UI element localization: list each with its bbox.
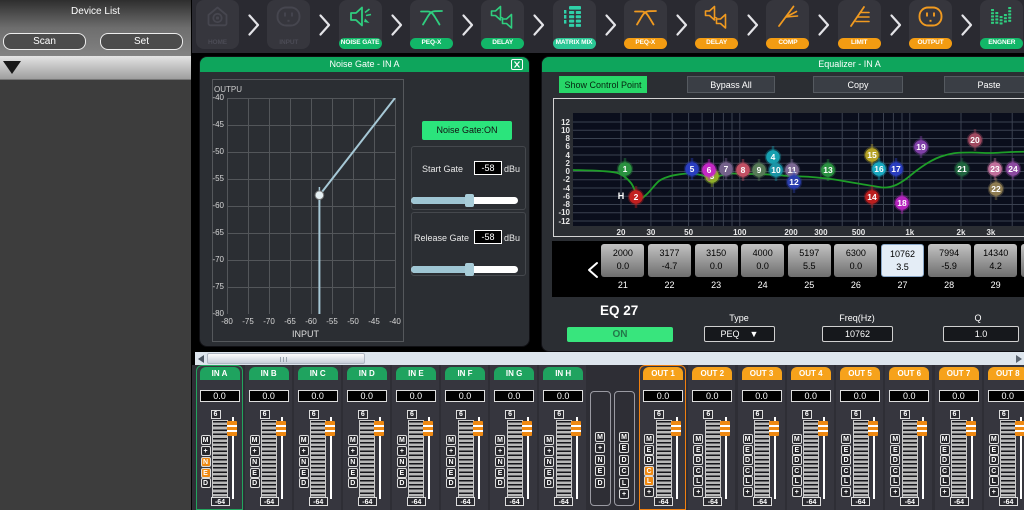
svg-text:17: 17 — [891, 164, 901, 174]
svg-text:19: 19 — [916, 142, 926, 152]
svg-text:6: 6 — [707, 165, 712, 175]
svg-text:1: 1 — [623, 164, 628, 174]
svg-text:10: 10 — [771, 165, 781, 175]
svg-text:14: 14 — [867, 192, 877, 202]
svg-text:2: 2 — [634, 192, 639, 202]
svg-text:24: 24 — [1008, 164, 1018, 174]
svg-text:11: 11 — [788, 165, 797, 175]
svg-text:8: 8 — [741, 165, 746, 175]
svg-text:15: 15 — [867, 150, 877, 160]
svg-text:23: 23 — [990, 164, 1000, 174]
svg-text:7: 7 — [724, 164, 729, 174]
svg-text:H: H — [618, 191, 625, 201]
svg-text:13: 13 — [823, 165, 833, 175]
svg-text:18: 18 — [897, 198, 907, 208]
svg-text:5: 5 — [690, 164, 695, 174]
svg-text:9: 9 — [757, 165, 762, 175]
svg-text:12: 12 — [789, 177, 799, 187]
svg-text:20: 20 — [970, 135, 980, 145]
svg-text:16: 16 — [874, 164, 884, 174]
svg-text:21: 21 — [957, 164, 967, 174]
svg-text:22: 22 — [991, 184, 1001, 194]
